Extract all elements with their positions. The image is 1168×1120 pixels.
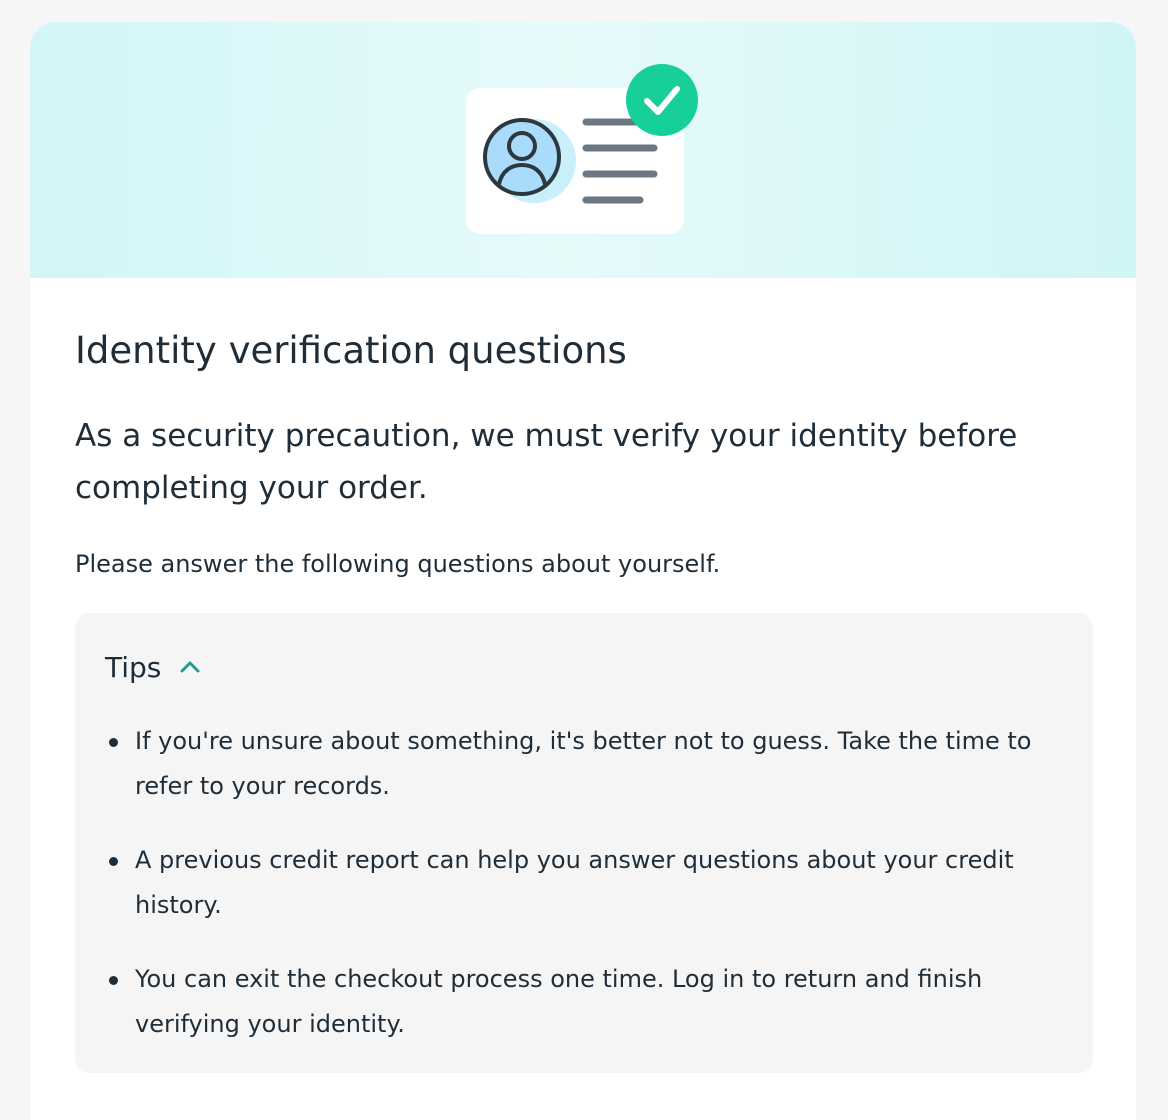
hero-banner	[30, 22, 1136, 278]
chevron-up-icon	[179, 660, 201, 674]
bullet-icon	[109, 976, 118, 985]
tip-text: You can exit the checkout process one ti…	[135, 965, 983, 1038]
verification-card: Identity verification questions As a sec…	[30, 22, 1136, 1120]
lead-text: As a security precaution, we must verify…	[75, 418, 1018, 506]
page-title: Identity verification questions	[75, 329, 627, 372]
tip-text: A previous credit report can help you an…	[135, 846, 1014, 919]
instruction-text: Please answer the following questions ab…	[75, 550, 721, 578]
check-badge-icon	[626, 64, 698, 136]
bullet-icon	[109, 738, 118, 747]
tip-item: You can exit the checkout process one ti…	[105, 957, 1065, 1047]
tips-label: Tips	[105, 650, 162, 684]
bullet-icon	[109, 857, 118, 866]
tips-toggle-button[interactable]: Tips	[105, 647, 201, 687]
tips-list: If you're unsure about something, it's b…	[105, 719, 1065, 1076]
tips-panel: Tips If you're unsure about something, i…	[75, 613, 1093, 1073]
tip-item: If you're unsure about something, it's b…	[105, 719, 1065, 809]
tip-item: A previous credit report can help you an…	[105, 838, 1065, 928]
id-card-verified-icon	[466, 64, 698, 234]
tip-text: If you're unsure about something, it's b…	[135, 727, 1032, 800]
